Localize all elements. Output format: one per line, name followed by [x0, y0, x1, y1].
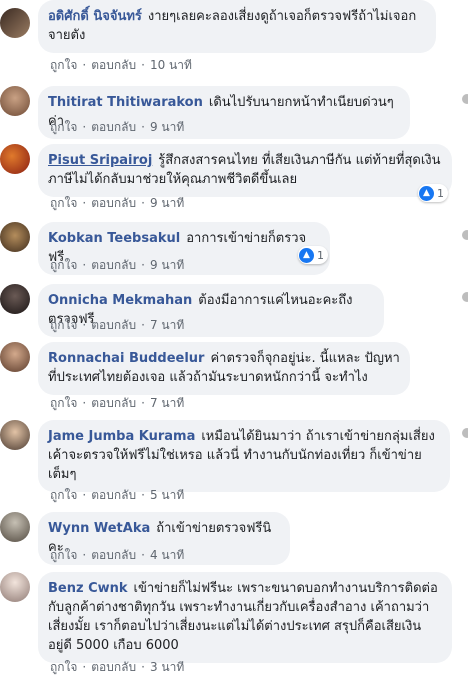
like-link[interactable]: ถูกใจ — [50, 488, 77, 502]
avatar[interactable] — [0, 144, 30, 174]
comment-actions: ถูกใจ · ตอบกลับ · 7 นาที — [50, 394, 184, 413]
comment-bubble: Ronnachai Buddeelur ค่าตรวจก็จุกอยู่น่ะ. … — [38, 342, 410, 395]
comment-time[interactable]: 5 นาที — [150, 488, 184, 502]
avatar-partial — [462, 292, 468, 302]
like-link[interactable]: ถูกใจ — [50, 120, 77, 134]
reply-link[interactable]: ตอบกลับ — [91, 318, 136, 332]
separator: · — [82, 396, 87, 410]
like-link[interactable]: ถูกใจ — [50, 196, 77, 210]
comment-time[interactable]: 9 นาที — [150, 196, 184, 210]
separator: · — [141, 660, 145, 674]
like-icon: ▲ — [299, 247, 314, 263]
comment-actions: ถูกใจ · ตอบกลับ · 9 นาที — [50, 194, 184, 213]
reply-link[interactable]: ตอบกลับ — [91, 58, 136, 72]
separator: · — [82, 660, 87, 674]
avatar[interactable] — [0, 572, 30, 602]
avatar[interactable] — [0, 512, 30, 542]
reaction-count[interactable]: ▲ 1 — [418, 184, 448, 202]
comment-actions: ถูกใจ · ตอบกลับ · 3 นาที — [50, 658, 184, 677]
separator: · — [82, 258, 87, 272]
comment-author[interactable]: อดิศักดิ์ นิจจันทร์ — [48, 9, 142, 24]
separator: · — [82, 488, 87, 502]
like-link[interactable]: ถูกใจ — [50, 258, 77, 272]
reply-link[interactable]: ตอบกลับ — [91, 258, 136, 272]
comment-actions: ถูกใจ · ตอบกลับ · 9 นาที — [50, 118, 184, 137]
like-link[interactable]: ถูกใจ — [50, 318, 77, 332]
separator: · — [82, 196, 87, 210]
comment-time[interactable]: 3 นาที — [150, 660, 184, 674]
avatar[interactable] — [0, 222, 30, 252]
comment-author[interactable]: Ronnachai Buddeelur — [48, 351, 204, 366]
comment-author[interactable]: Onnicha Mekmahan — [48, 293, 192, 308]
separator: · — [82, 318, 87, 332]
avatar[interactable] — [0, 86, 30, 116]
comment-time[interactable]: 10 นาที — [150, 58, 192, 72]
reply-link[interactable]: ตอบกลับ — [91, 396, 136, 410]
comment-actions: ถูกใจ · ตอบกลับ · 7 นาที — [50, 316, 184, 335]
comment-actions: ถูกใจ · ตอบกลับ · 10 นาที — [50, 56, 192, 75]
separator: · — [82, 120, 87, 134]
separator: · — [141, 120, 145, 134]
comment-bubble: อดิศักดิ์ นิจจันทร์ งายๆเลยคะลองเสี่ยงดูถ… — [38, 0, 436, 53]
comment-actions: ถูกใจ · ตอบกลับ · 9 นาที — [50, 256, 184, 275]
reply-link[interactable]: ตอบกลับ — [91, 488, 136, 502]
like-link[interactable]: ถูกใจ — [50, 396, 77, 410]
separator: · — [141, 258, 145, 272]
comment-actions: ถูกใจ · ตอบกลับ · 5 นาที — [50, 486, 184, 505]
comment-time[interactable]: 9 นาที — [150, 258, 184, 272]
avatar-partial — [462, 230, 468, 240]
comment-time[interactable]: 4 นาที — [150, 548, 184, 562]
like-link[interactable]: ถูกใจ — [50, 660, 77, 674]
reply-link[interactable]: ตอบกลับ — [91, 548, 136, 562]
separator: · — [82, 58, 87, 72]
comment-time[interactable]: 7 นาที — [150, 396, 184, 410]
comment-author[interactable]: Kobkan Teebsakul — [48, 231, 180, 246]
comment-author[interactable]: Thitirat Thitiwarakon — [48, 95, 203, 110]
separator: · — [141, 196, 145, 210]
comment-actions: ถูกใจ · ตอบกลับ · 4 นาที — [50, 546, 184, 565]
separator: · — [141, 58, 145, 72]
reply-link[interactable]: ตอบกลับ — [91, 196, 136, 210]
like-link[interactable]: ถูกใจ — [50, 548, 77, 562]
avatar[interactable] — [0, 284, 30, 314]
avatar[interactable] — [0, 8, 30, 38]
comment-author[interactable]: Wynn WetAka — [48, 521, 150, 536]
comment-time[interactable]: 9 นาที — [150, 120, 184, 134]
separator: · — [141, 318, 145, 332]
avatar[interactable] — [0, 342, 30, 372]
reply-link[interactable]: ตอบกลับ — [91, 120, 136, 134]
separator: · — [141, 548, 145, 562]
separator: · — [141, 396, 145, 410]
avatar-partial — [462, 94, 468, 104]
comment-bubble: Pisut Sripairoj รู้สึกสงสารคนไทย ที่เสียเ… — [38, 144, 452, 197]
reaction-count[interactable]: ▲ 1 — [298, 246, 328, 264]
like-icon: ▲ — [419, 185, 434, 201]
avatar[interactable] — [0, 420, 30, 450]
comment-bubble: Benz Cwnk เข้าข่ายก็ไม่ฟรีนะ เพราะขนาดบอก… — [38, 572, 452, 663]
comment-time[interactable]: 7 นาที — [150, 318, 184, 332]
separator: · — [141, 488, 145, 502]
comment-author[interactable]: Benz Cwnk — [48, 581, 128, 596]
separator: · — [82, 548, 87, 562]
comment-author[interactable]: Jame Jumba Kurama — [48, 429, 195, 444]
comment-author[interactable]: Pisut Sripairoj — [48, 153, 152, 168]
avatar-partial — [462, 428, 468, 438]
reply-link[interactable]: ตอบกลับ — [91, 660, 136, 674]
comment-bubble: Jame Jumba Kurama เหมือนได้ยินมาว่า ถ้าเร… — [38, 420, 450, 492]
like-link[interactable]: ถูกใจ — [50, 58, 77, 72]
